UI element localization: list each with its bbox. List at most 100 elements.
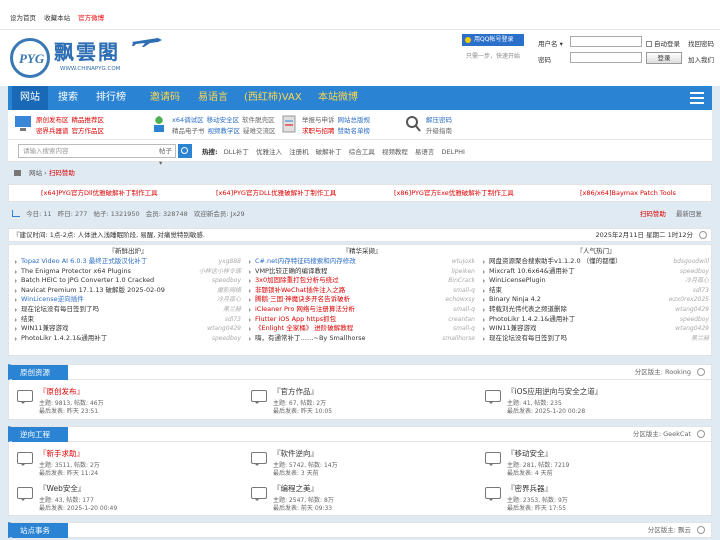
list-item[interactable]: 腾鹅·三国·神魔诀多开名告诉破析 echowxsy (245, 295, 479, 305)
thread-title[interactable]: 3x0加固除重打包分析与绕过 (255, 276, 339, 286)
thread-author[interactable]: speedboy (212, 334, 241, 344)
board-last-post[interactable]: 最后发表: 4 天前 (507, 468, 553, 477)
thread-author[interactable]: yxg888 (219, 257, 241, 267)
forum-board[interactable]: 『新手求助』 主题: 3511, 帖数: 2万 最后发表: 昨天 11:24 (11, 446, 245, 477)
board-last-post[interactable]: 最后发表: 2025-1-20 00:28 (507, 406, 585, 415)
board-name[interactable]: 『移动安全』 (507, 448, 552, 459)
list-item[interactable]: Navicat Premium 17.1.13 破解版 2025-02-09 魔影… (11, 286, 245, 296)
hot-search-item[interactable]: DLL补丁 (224, 148, 249, 156)
thread-title[interactable]: 现在论坛没有每日签到了吗 (21, 305, 99, 315)
hot-search-item[interactable]: 优雅注入 (256, 148, 282, 156)
board-name[interactable]: 『iOS应用逆向与安全之道』 (507, 386, 602, 397)
board-last-post[interactable]: 最后发表: 昨天 11:24 (39, 468, 98, 477)
sponsor-link[interactable]: 扫码赞助 (640, 210, 666, 218)
list-item[interactable]: 现在论坛没有每日签到了吗 黑兰赫 (11, 305, 245, 315)
list-item[interactable]: WIN11兼容游戏 wtang0429 (11, 324, 245, 334)
thread-author[interactable]: 小样这小样令琢 (199, 267, 241, 277)
thread-author[interactable]: creantan (448, 315, 475, 325)
board-name[interactable]: 『Web安全』 (39, 483, 85, 494)
join-link[interactable]: 加入我们 (688, 54, 714, 64)
hot-search-item[interactable]: 破解补丁 (316, 148, 342, 156)
thread-title[interactable]: 结束 (21, 315, 34, 325)
thread-title[interactable]: VMP比较正确的编译教程 (255, 267, 327, 277)
nav-item-invite-code[interactable]: 邀请码 (150, 86, 180, 110)
breadcrumb-site[interactable]: 网站 (29, 169, 42, 177)
username-type-select[interactable]: ▾ (560, 40, 563, 48)
forum-board[interactable]: 『iOS应用逆向与安全之道』 主题: 41, 帖数: 235 最后发表: 2025-… (479, 384, 713, 415)
list-item[interactable]: Binary Ninja 4.2 wzx0rex2025 (479, 295, 713, 305)
collapse-icon[interactable] (699, 231, 707, 239)
thread-author[interactable]: wtang0429 (675, 324, 709, 334)
board-last-post[interactable]: 最后发表: 3 天前 (273, 468, 319, 477)
thread-author[interactable]: wtujoxk (452, 257, 475, 267)
list-item[interactable]: Mixcraft 10.6x64&通用补丁 speedboy (479, 267, 713, 277)
hot-search-item[interactable]: 易语言 (415, 148, 435, 156)
board-name[interactable]: 『原创发布』 (39, 386, 84, 397)
thread-title[interactable]: The Enigma Protector x64 Plugins (21, 267, 131, 277)
board-last-post[interactable]: 最后发表: 昨天 23:51 (39, 406, 98, 415)
thread-title[interactable]: 结束 (489, 286, 502, 296)
home-icon[interactable] (14, 170, 21, 176)
list-item[interactable]: 非题锁补WeChat插件注入之路 small-q (245, 286, 479, 296)
hot-search-item[interactable]: 综合工具 (349, 148, 375, 156)
thread-author[interactable]: lipeiken (452, 267, 475, 277)
login-button[interactable]: 登录 (646, 52, 682, 64)
thread-title[interactable]: WinLicense逆向插件 (21, 295, 84, 305)
password-input[interactable] (570, 52, 642, 63)
hot-search-item[interactable]: 视频教程 (382, 148, 408, 156)
forum-board[interactable]: 『移动安全』 主题: 281, 帖数: 7219 最后发表: 4 天前 (479, 446, 713, 477)
official-weibo-link[interactable]: 官方微博 (78, 14, 104, 22)
thread-title[interactable]: 非题锁补WeChat插件注入之路 (255, 286, 345, 296)
quick-link-x64-debug[interactable]: x64调试区 (172, 116, 204, 124)
quick-link-unpack[interactable]: 软件脱壳区 (242, 116, 275, 124)
quick-link-site-rules[interactable]: 网站总版规 (338, 116, 371, 124)
list-item[interactable]: 网盘资源聚合搜索助手v1.1.2.0 （懂的都懂） bdsgoodwill (479, 257, 713, 267)
menu-icon[interactable] (690, 92, 704, 104)
username-input[interactable] (570, 36, 642, 47)
thread-author[interactable]: BinCrack (448, 276, 475, 286)
thread-author[interactable]: sdl73 (225, 315, 241, 325)
section-header-reverse[interactable]: 逆向工程 分区版主: GeekCat (8, 426, 712, 442)
thread-title[interactable]: 嗨，有通常补丁……~By Smallhorse (255, 334, 366, 344)
list-item[interactable]: Batch HEIC to JPG Converter 1.0 Cracked s… (11, 276, 245, 286)
quick-link-ebooks[interactable]: 精品电子书 (172, 127, 205, 135)
quick-link-video-tutorials[interactable]: 视频教学区 (208, 127, 241, 135)
thread-title[interactable]: iCleaner Pro 网络与注册算法分析 (255, 305, 355, 315)
thread-title[interactable]: WinLicensePlugin (489, 276, 546, 286)
search-icon[interactable] (178, 144, 192, 158)
ad-link[interactable]: [x86]PYG官方Exe优雅破解补丁制作工具 (394, 185, 514, 201)
thread-author[interactable]: speedboy (680, 267, 709, 277)
thread-title[interactable]: PhotoLikr 1.4.2.1&通用补丁 (21, 334, 107, 344)
thread-title[interactable]: C#.net内存特征码搜索和内存修改 (255, 257, 356, 267)
board-last-post[interactable]: 最后发表: 昨天 17:55 (507, 503, 566, 512)
thread-author[interactable]: 黑兰赫 (691, 334, 709, 344)
board-last-post[interactable]: 最后发表: 昨天 10:05 (273, 406, 332, 415)
thread-title[interactable]: Flutter iOS App https抓包 (255, 315, 336, 325)
board-last-post[interactable]: 最后发表: 前天 09:33 (273, 503, 332, 512)
latest-replies-link[interactable]: 最新回复 (676, 210, 702, 218)
thread-author[interactable]: 冷月孤心 (685, 276, 709, 286)
thread-title[interactable]: WIN11兼容游戏 (21, 324, 68, 334)
board-name[interactable]: 『官方作品』 (273, 386, 318, 397)
list-item[interactable]: 现在论坛没有每日签到了吗 黑兰赫 (479, 334, 713, 344)
nav-item-vax[interactable]: (西红柿)VAX (244, 86, 302, 110)
quick-link-jobs[interactable]: 求职与招聘 (302, 127, 335, 135)
section-header-affairs[interactable]: 站点事务 分区版主: 飘云 (8, 522, 712, 538)
forgot-password-link[interactable]: 找回密码 (688, 38, 714, 48)
thread-author[interactable]: speedboy (680, 315, 709, 325)
list-item[interactable]: Flutter iOS App https抓包 creantan (245, 315, 479, 325)
thread-title[interactable]: Mixcraft 10.6x64&通用补丁 (489, 267, 575, 277)
thread-author[interactable]: sdl73 (693, 286, 709, 296)
collapse-icon[interactable] (697, 430, 705, 438)
thread-title[interactable]: PhotoLikr 1.4.2.1&通用补丁 (489, 315, 575, 325)
thread-author[interactable]: 冷月孤心 (217, 295, 241, 305)
breadcrumb-sponsor[interactable]: 扫码赞助 (49, 169, 75, 177)
nav-item-search[interactable]: 搜索 (58, 86, 78, 110)
thread-title[interactable]: Topaz Video AI 6.0.3 最终正式版汉化补丁 (21, 257, 147, 267)
thread-author[interactable]: 魔影网络 (217, 286, 241, 296)
search-input[interactable]: 请输入搜索内容 帖子 ▾ (18, 144, 176, 167)
thread-author[interactable]: wtang0429 (675, 305, 709, 315)
nav-item-ranking[interactable]: 排行榜 (96, 86, 126, 110)
thread-author[interactable]: bdsgoodwill (673, 257, 709, 267)
quick-link-mobile-security[interactable]: 移动安全区 (207, 116, 240, 124)
